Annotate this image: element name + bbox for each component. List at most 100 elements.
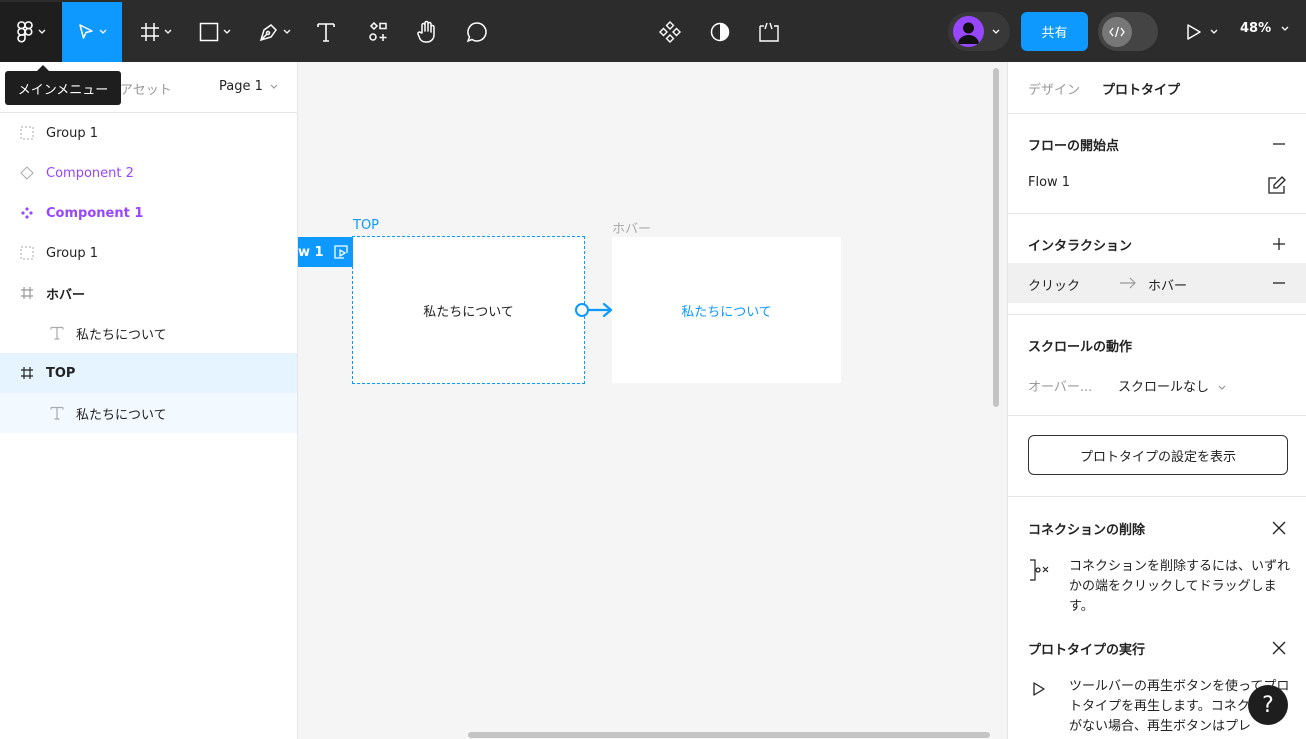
close-icon[interactable] xyxy=(1271,520,1287,536)
layer-row[interactable]: ホバー xyxy=(0,273,297,313)
scroll-behavior-select[interactable]: スクロールなし xyxy=(1118,376,1226,395)
help-button[interactable]: ? xyxy=(1248,685,1288,725)
connection-arrow[interactable] xyxy=(574,302,614,318)
resources-tool-button[interactable] xyxy=(358,2,398,62)
interaction-destination[interactable]: ホバー xyxy=(1148,275,1187,294)
interaction-row[interactable]: クリック ホバー xyxy=(1008,263,1306,303)
layer-name: Component 2 xyxy=(46,165,134,181)
layer-row[interactable]: Group 1 xyxy=(0,233,297,273)
layer-name: 私たちについて xyxy=(76,407,167,423)
overflow-label: オーバー... xyxy=(1028,380,1093,395)
layer-name: 私たちについて xyxy=(76,327,167,343)
frame-label-hover[interactable]: ホバー xyxy=(612,218,651,237)
zoom-level[interactable]: 48% xyxy=(1240,21,1289,36)
hand-icon xyxy=(417,20,435,43)
frame-hover[interactable]: 私たちについて xyxy=(612,237,841,383)
main-menu-button[interactable] xyxy=(0,2,62,62)
section-title: プロトタイプの実行 xyxy=(1028,643,1146,658)
group-icon xyxy=(20,246,34,260)
scroll-behavior-value: スクロールなし xyxy=(1118,380,1210,395)
horizontal-scrollbar[interactable] xyxy=(468,732,990,738)
crop-frame-icon xyxy=(759,22,779,42)
frame-text[interactable]: 私たちについて xyxy=(681,301,772,320)
user-avatar-menu[interactable] xyxy=(948,12,1010,51)
arrow-right-icon xyxy=(1120,277,1136,289)
instance-icon xyxy=(20,166,34,180)
pen-icon xyxy=(259,24,277,42)
avatar xyxy=(953,16,984,47)
frame-icon xyxy=(20,366,34,380)
pen-tool-button[interactable] xyxy=(250,2,300,62)
layer-name: Group 1 xyxy=(46,125,98,141)
layers-panel: アセット Page 1 Group 1 Component 2 Componen… xyxy=(0,62,298,739)
create-component-button[interactable] xyxy=(650,2,690,62)
close-icon[interactable] xyxy=(1271,640,1287,656)
rectangle-icon xyxy=(199,22,219,42)
vertical-scrollbar[interactable] xyxy=(993,68,999,407)
flow-name[interactable]: Flow 1 xyxy=(1028,175,1070,190)
text-icon xyxy=(317,23,335,42)
resources-icon xyxy=(369,22,387,41)
interaction-trigger[interactable]: クリック xyxy=(1028,275,1080,294)
layer-row[interactable]: Component 2 xyxy=(0,153,297,193)
layer-row[interactable]: 私たちについて xyxy=(0,393,297,433)
shape-tool-button[interactable] xyxy=(190,2,240,62)
chevron-down-icon xyxy=(1218,385,1226,390)
layer-row[interactable]: 私たちについて xyxy=(0,313,297,353)
tab-design[interactable]: デザイン xyxy=(1028,79,1080,98)
chevron-down-icon xyxy=(223,29,231,34)
text-tool-button[interactable] xyxy=(306,2,346,62)
chevron-down-icon xyxy=(283,29,291,34)
chevron-down-icon xyxy=(270,84,278,89)
frame-text[interactable]: 私たちについて xyxy=(423,301,514,320)
present-button[interactable] xyxy=(1180,2,1224,62)
frame-label-top[interactable]: TOP xyxy=(353,218,379,233)
move-tool-button[interactable] xyxy=(62,2,122,62)
tab-prototype[interactable]: プロトタイプ xyxy=(1102,79,1180,98)
flow-start-section: フローの開始点 Flow 1 xyxy=(1008,113,1306,213)
chevron-down-icon xyxy=(99,29,107,34)
properties-panel: デザイン プロトタイプ フローの開始点 Flow 1 インタラクション クリック… xyxy=(1007,62,1306,739)
share-button[interactable]: 共有 xyxy=(1021,12,1088,51)
flow-tag-label: w 1 xyxy=(298,244,324,260)
tab-assets[interactable]: アセット xyxy=(120,79,172,98)
toolbar: 共有 48% xyxy=(0,0,1306,62)
minus-icon[interactable] xyxy=(1271,275,1287,291)
flow-start-tag[interactable]: w 1 xyxy=(298,237,353,267)
frame-tool-button[interactable] xyxy=(132,2,180,62)
chevron-down-icon xyxy=(164,29,172,34)
cursor-icon xyxy=(79,24,93,39)
chevron-down-icon xyxy=(992,29,1000,34)
text-layer-icon xyxy=(50,326,64,340)
section-title: スクロールの動作 xyxy=(1028,340,1133,355)
component-icon xyxy=(20,206,34,220)
zoom-value: 48% xyxy=(1240,21,1272,36)
dev-mode-toggle[interactable] xyxy=(1098,12,1158,51)
show-prototype-settings-button[interactable]: プロトタイプの設定を表示 xyxy=(1028,435,1288,475)
layer-row[interactable]: Component 1 xyxy=(0,193,297,233)
canvas[interactable]: w 1 TOP 私たちについて ホバー 私たちについて xyxy=(298,62,1007,739)
group-icon xyxy=(20,126,34,140)
figma-logo-icon xyxy=(17,21,33,43)
mask-button[interactable] xyxy=(700,2,740,62)
plus-icon[interactable] xyxy=(1271,236,1287,252)
layer-row[interactable]: Group 1 xyxy=(0,113,297,153)
layer-row[interactable]: TOP xyxy=(0,353,297,393)
disconnect-icon xyxy=(1030,559,1049,581)
edit-icon[interactable] xyxy=(1267,175,1287,195)
chevron-down-icon xyxy=(1210,29,1218,34)
layer-name: TOP xyxy=(46,365,76,381)
comment-icon xyxy=(466,22,487,43)
user-icon xyxy=(958,22,979,44)
chevron-down-icon xyxy=(1281,26,1289,31)
hand-tool-button[interactable] xyxy=(406,2,448,62)
component-icon xyxy=(659,21,681,43)
crop-button[interactable] xyxy=(748,2,790,62)
comment-tool-button[interactable] xyxy=(456,2,498,62)
minus-icon[interactable] xyxy=(1271,136,1287,152)
page-selector[interactable]: Page 1 xyxy=(219,79,278,94)
page-name: Page 1 xyxy=(219,79,263,94)
frame-icon xyxy=(20,286,34,300)
frame-top[interactable]: 私たちについて xyxy=(352,236,585,384)
frame-icon xyxy=(141,23,159,41)
